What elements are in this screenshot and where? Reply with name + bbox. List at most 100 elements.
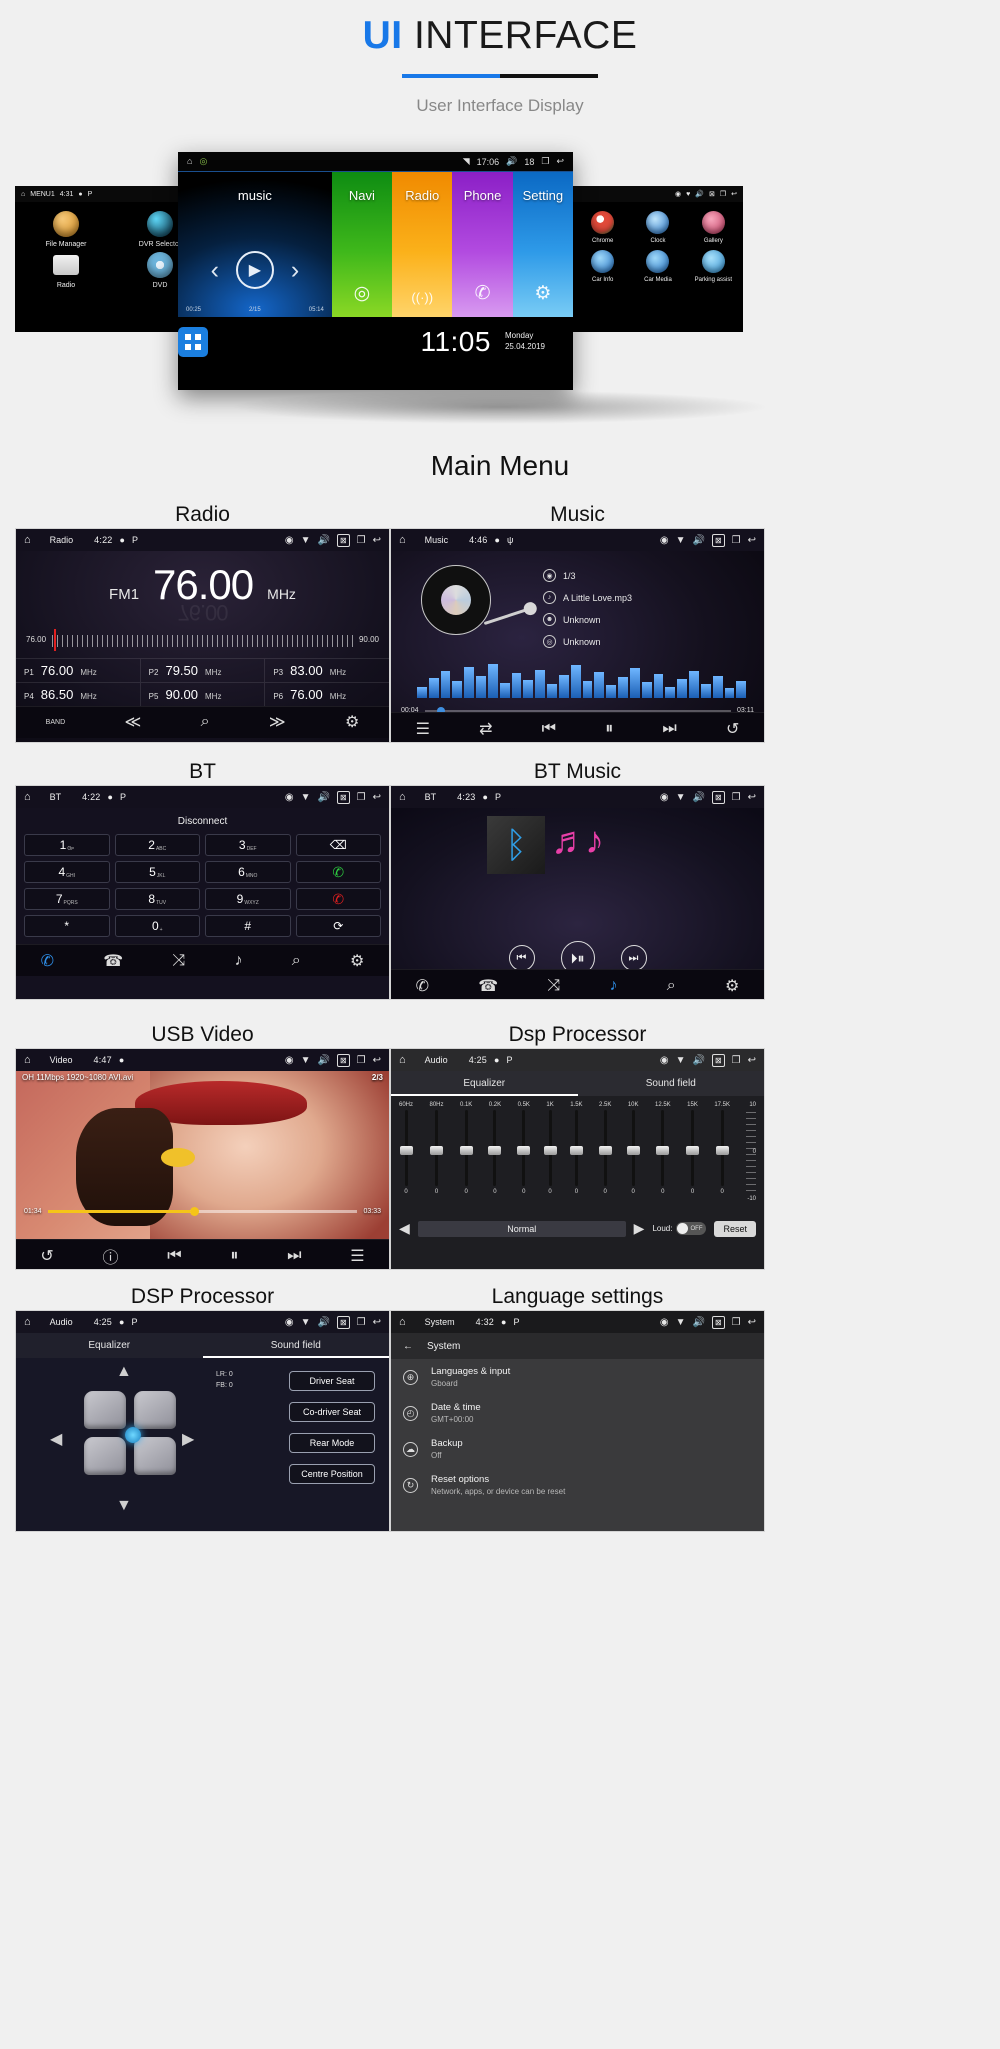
home-icon[interactable]: ⌂ [399,791,406,803]
back-icon[interactable]: ↩ [748,1317,756,1328]
slider-knob[interactable] [459,1146,473,1155]
tile-navi[interactable]: Navi ◎ [331,172,393,317]
close-icon[interactable]: ⊠ [711,533,725,547]
recents-icon[interactable]: ❐ [732,1055,741,1066]
panel-dsp-equalizer[interactable]: ⌂ Audio 4:25 ● P ◉ ▼ 🔊 ⊠ ❐ ↩ Equalizer S… [390,1048,765,1270]
close-icon[interactable]: ⊠ [336,1053,350,1067]
eq-band-80hz[interactable]: 80Hz 0 [429,1102,443,1216]
centre-position-button[interactable]: Centre Position [289,1464,375,1484]
pause-icon[interactable]: ⏸ [230,1247,238,1265]
settings-row-datetime[interactable]: ◴ Date & time GMT+00:00 [391,1395,764,1431]
call-icon[interactable]: ✆ [295,861,381,883]
backspace-icon[interactable]: ⌫ [295,834,381,856]
seek-back-icon[interactable]: ≪ [124,712,141,732]
search-icon[interactable]: ⌕ [667,977,676,995]
key-8[interactable]: 8 TUV [114,888,200,910]
loudness-toggle[interactable]: OFF [676,1222,707,1235]
back-icon[interactable]: ↩ [373,535,381,546]
key-6[interactable]: 6 MNO [205,861,291,883]
previous-icon[interactable]: ⏮ [167,1247,181,1265]
preset-p4[interactable]: P4 86.50 MHz [16,682,141,706]
home-icon[interactable]: ⌂ [399,534,406,546]
slider-knob[interactable] [429,1146,443,1155]
preset-p2[interactable]: P2 79.50 MHz [141,658,266,682]
seat-front-left[interactable] [84,1391,126,1429]
eq-band-0.5k[interactable]: 0.5K 0 [517,1102,531,1216]
app-car-info[interactable]: Car Info [575,250,630,283]
right-arrow-icon[interactable]: ▶ [182,1429,194,1449]
key-5[interactable]: 5 JKL [114,861,200,883]
home-icon[interactable]: ⌂ [24,1316,31,1328]
home-icon[interactable]: ⌂ [399,1316,406,1328]
volume-icon[interactable]: 🔊 [692,1055,704,1066]
slider-knob[interactable] [517,1146,531,1155]
transfer-icon[interactable]: ⤨ [547,977,560,995]
recents-icon[interactable]: ❐ [732,792,741,803]
eq-band-15k[interactable]: 15K 0 [686,1102,699,1216]
key-hash[interactable]: # [205,915,291,937]
tab-equalizer[interactable]: Equalizer [391,1071,578,1096]
recents-icon[interactable]: ❐ [541,157,549,166]
up-arrow-icon[interactable]: ▲ [116,1363,132,1381]
tab-sound-field[interactable]: Sound field [202,1333,390,1358]
panel-music[interactable]: ⌂ Music 4:46 ● ψ ◉ ▼ 🔊 ⊠ ❐ ↩ ◉ 1/3 ♪ A Lit… [390,528,765,743]
settings-row-languages[interactable]: ⊕ Languages & input Gboard [391,1359,764,1395]
refresh-icon[interactable]: ⟳ [295,915,381,937]
seek-forward-icon[interactable]: ≫ [269,712,286,732]
device-right[interactable]: ◉ ♥ 🔊 ⊠ ❐ ↩ Chrome Clock Gallery Car Inf… [573,186,743,332]
slider-rail[interactable] [656,1110,670,1186]
panel-usb-video[interactable]: ⌂ Video 4:47 ● ◉ ▼ 🔊 ⊠ ❐ ↩ OH 11Mbps 192… [15,1048,390,1270]
slider-rail[interactable] [626,1110,640,1186]
reset-button[interactable]: Reset [714,1220,756,1237]
settings-row-backup[interactable]: ☁ Backup Off [391,1431,764,1467]
seat-rear-right[interactable] [134,1437,176,1475]
recents-icon[interactable]: ❐ [732,535,741,546]
search-icon[interactable]: ⌕ [201,713,210,731]
phone-icon[interactable]: ✆ [41,951,54,971]
recents-icon[interactable]: ❐ [357,1317,366,1328]
home-icon[interactable]: ⌂ [24,1054,31,1066]
back-icon[interactable]: ↩ [731,191,737,198]
tile-radio[interactable]: Radio ((·)) [392,172,453,317]
slider-knob[interactable] [598,1146,612,1155]
tile-phone[interactable]: Phone ✆ [452,172,513,317]
app-parking-assist[interactable]: Parking assist [686,250,741,283]
tuning-dial[interactable]: 76.00 90.00 [16,625,389,651]
eq-band-60hz[interactable]: 60Hz 0 [399,1102,413,1216]
preset-p3[interactable]: P3 83.00 MHz [265,659,389,682]
back-icon[interactable]: ↩ [748,1055,756,1066]
volume-icon[interactable]: 🔊 [317,792,329,803]
close-icon[interactable]: ⊠ [711,1053,725,1067]
repeat-icon[interactable]: ↺ [40,1246,53,1266]
eq-band-17.5k[interactable]: 17.5K 0 [714,1102,730,1216]
recents-icon[interactable]: ❐ [357,1055,366,1066]
close-icon[interactable]: ⊠ [336,1315,350,1329]
slider-rail[interactable] [569,1110,583,1186]
close-icon[interactable]: ⊠ [336,790,350,804]
prev-icon[interactable]: ‹ [211,256,219,285]
close-icon[interactable]: ⊠ [709,191,715,198]
home-icon[interactable]: ⌂ [187,157,192,166]
panel-language-settings[interactable]: ⌂ System 4:32 ● P ◉ ▼ 🔊 ⊠ ❐ ↩ ← System ⊕… [390,1310,765,1532]
slider-knob[interactable] [715,1146,729,1155]
close-icon[interactable]: ⊠ [336,533,350,547]
slider-rail[interactable] [715,1110,729,1186]
prev-preset-icon[interactable]: ◀ [399,1220,410,1237]
eq-band-1k[interactable]: 1K 0 [543,1102,557,1216]
slider-knob[interactable] [543,1146,557,1155]
volume-icon[interactable]: 🔊 [317,1317,329,1328]
panel-radio[interactable]: ⌂ Radio 4:22 ● P ◉ ▼ 🔊 ⊠ ❐ ↩ FM1 76.00 M… [15,528,390,743]
home-icon[interactable]: ⌂ [24,534,31,546]
video-surface[interactable]: OH 11Mbps 1920~1080 AVI.avi 2/3 01:34 03… [16,1071,389,1239]
slider-rail[interactable] [686,1110,699,1186]
eq-band-1.5k[interactable]: 1.5K 0 [569,1102,583,1216]
key-9[interactable]: 9 WXYZ [205,888,291,910]
eq-band-10k[interactable]: 10K 0 [626,1102,640,1216]
previous-icon[interactable]: ⏮ [508,945,535,971]
seat-front-right[interactable] [134,1391,176,1429]
home-icon[interactable]: ⌂ [24,791,31,803]
volume-icon[interactable]: 🔊 [317,1055,329,1066]
panel-bt[interactable]: ⌂ BT 4:22 ● P ◉ ▼ 🔊 ⊠ ❐ ↩ Disconnect 1 ʘᴘ… [15,785,390,1000]
contacts-icon[interactable]: ☎ [478,976,498,996]
gear-icon[interactable]: ⚙ [725,976,739,996]
